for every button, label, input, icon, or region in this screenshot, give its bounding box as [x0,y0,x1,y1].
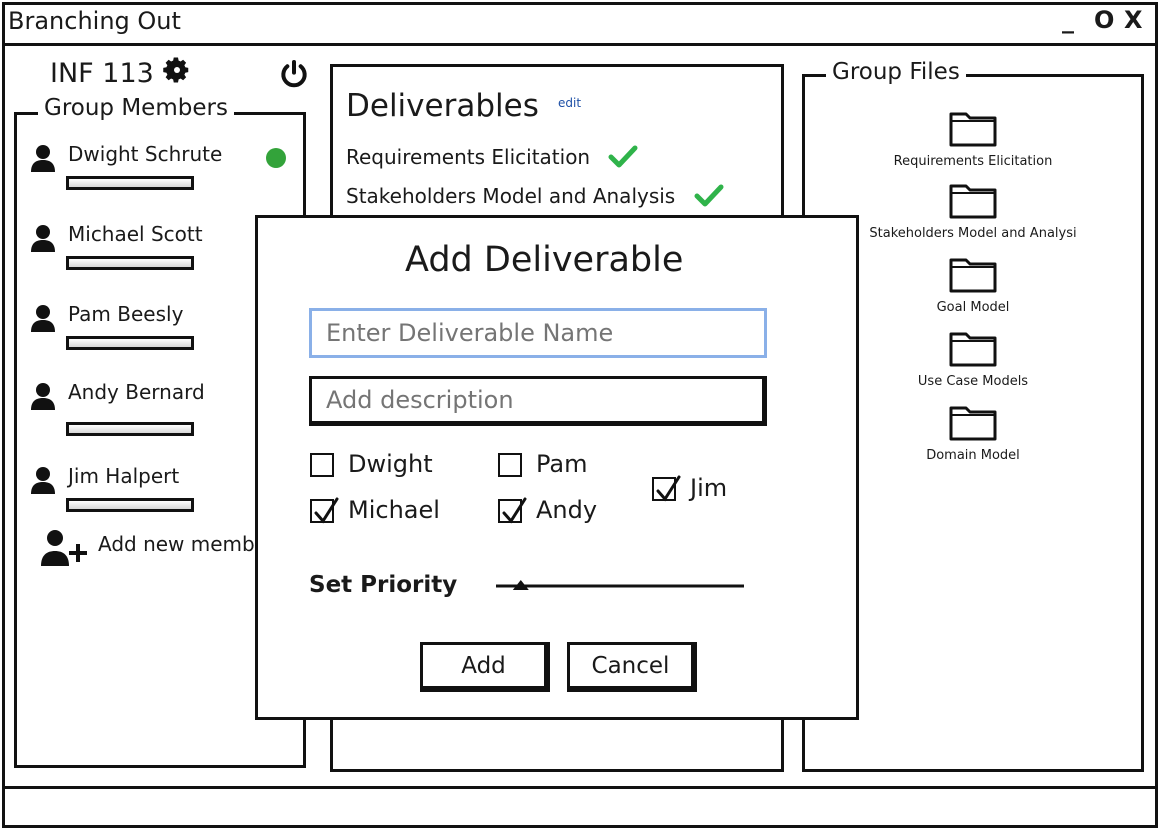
member-progress-bar [66,176,194,190]
checkmark-icon [656,475,681,502]
deliverable-label: Requirements Elicitation [346,145,591,169]
checkmark-icon [502,497,527,524]
folder-item[interactable]: Requirements Elicitation [848,108,1098,169]
group-members-legend: Group Members [38,94,234,122]
course-header: INF 113 [50,55,192,92]
checkbox-box[interactable] [310,497,339,524]
cancel-button[interactable]: Cancel [567,642,697,692]
checkbox-label: Andy [536,496,598,524]
check-icon [694,183,724,212]
minimize-button[interactable]: _ [1062,6,1074,34]
folder-icon [948,112,998,152]
member-name: Pam Beesly [68,302,184,326]
priority-slider[interactable] [494,576,746,596]
checkbox-label: Michael [348,496,440,524]
assignee-checkbox-jim[interactable]: Jim [652,474,727,502]
maximize-button[interactable]: O [1094,6,1114,34]
member-name: Dwight Schrute [68,142,223,166]
checkbox-box[interactable] [310,453,334,477]
assignee-checkbox-michael[interactable]: Michael [310,496,440,524]
member-name: Andy Bernard [68,380,205,404]
checkbox-box[interactable] [498,453,522,477]
user-icon [30,144,56,176]
checkbox-box[interactable] [652,475,681,502]
member-item[interactable]: Andy Bernard [30,380,280,440]
checkbox-box[interactable] [498,497,527,524]
description-input[interactable] [309,376,767,426]
user-icon [30,466,56,498]
member-name: Jim Halpert [68,464,180,488]
member-progress-bar [66,256,194,270]
folder-item[interactable]: Use Case Models [848,328,1098,389]
edit-deliverables-link[interactable]: edit [558,96,581,110]
dialog-title: Add Deliverable [405,240,684,280]
folder-label: Requirements Elicitation [893,154,1053,169]
deliverable-name-input[interactable] [309,308,767,358]
gear-icon[interactable] [162,55,192,92]
deliverables-title: Deliverables [346,88,539,124]
assignee-checkbox-pam[interactable]: Pam [498,450,587,478]
assignee-checkbox-dwight[interactable]: Dwight [310,450,433,478]
online-status-dot [266,148,286,168]
member-progress-bar [66,336,194,350]
folder-icon [948,406,998,446]
deliverable-label: Stakeholders Model and Analysis [346,184,676,208]
folder-icon [948,184,998,224]
add-button[interactable]: Add [420,642,550,692]
folder-item[interactable]: Stakeholders Model and Analysi [848,180,1098,241]
member-item[interactable]: Jim Halpert [30,464,280,524]
check-icon [608,144,638,173]
user-icon [30,304,56,336]
member-name: Michael Scott [68,222,203,246]
folder-label: Domain Model [926,448,1020,463]
user-icon [30,382,56,414]
folder-label: Use Case Models [917,374,1029,389]
folder-icon [948,332,998,372]
checkbox-label: Dwight [348,450,433,478]
add-member-button[interactable]: Add new member [40,528,275,571]
close-button[interactable]: X [1124,6,1143,34]
user-icon [30,224,56,256]
checkmark-icon [314,497,339,524]
member-item[interactable]: Dwight Schrute [30,142,286,202]
member-item[interactable]: Pam Beesly [30,302,280,362]
member-progress-bar [66,498,194,512]
checkbox-label: Pam [536,450,588,478]
add-user-icon [40,530,92,571]
deliverable-item[interactable]: Stakeholders Model and Analysis [346,183,724,212]
status-bar [2,786,1158,828]
assignee-checkbox-andy[interactable]: Andy [498,496,597,524]
course-title: INF 113 [50,58,154,89]
checkbox-label: Jim [690,474,728,502]
add-member-label: Add new member [98,532,276,556]
priority-label: Set Priority [309,572,458,598]
folder-item[interactable]: Goal Model [848,254,1098,315]
power-icon[interactable] [278,58,310,94]
folder-label: Stakeholders Model and Analysi [869,226,1077,241]
app-title: Branching Out [8,7,181,35]
member-progress-bar [66,422,194,436]
member-item[interactable]: Michael Scott [30,222,280,282]
folder-icon [948,258,998,298]
deliverable-item[interactable]: Requirements Elicitation [346,144,638,173]
folder-item[interactable]: Domain Model [848,402,1098,463]
group-files-legend: Group Files [826,58,966,86]
folder-label: Goal Model [936,300,1010,315]
